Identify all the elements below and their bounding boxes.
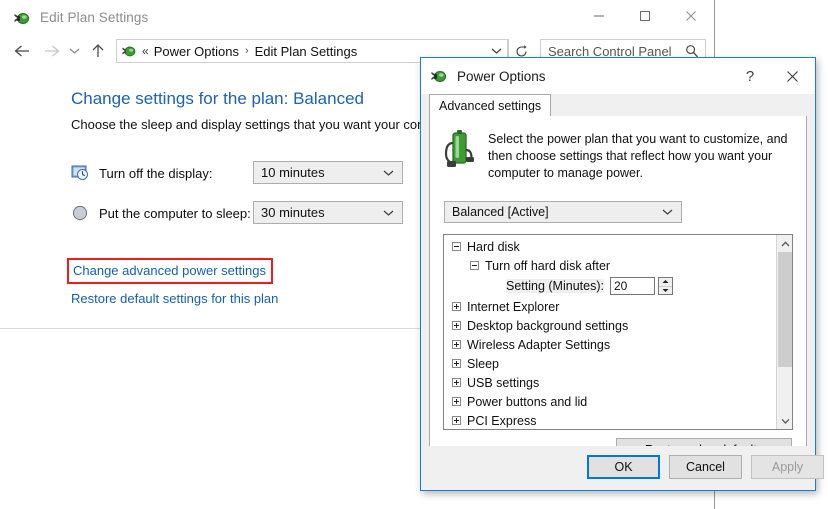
setting-label-sleep: Put the computer to sleep: (99, 205, 251, 221)
tabstrip: Advanced settings (429, 94, 807, 117)
expand-icon[interactable] (452, 397, 461, 406)
help-button[interactable]: ? (730, 61, 770, 91)
battery-plug-icon (440, 128, 480, 170)
tree-item-label: Power buttons and lid (467, 394, 588, 409)
combo-turn-off-display[interactable]: 10 minutes (253, 161, 403, 184)
setting-minutes-input[interactable]: 20 (609, 277, 655, 295)
tree-scrollbar[interactable] (776, 235, 792, 429)
close-icon[interactable] (668, 0, 714, 31)
tree-item-desktop-background-settings[interactable]: Desktop background settings (444, 316, 777, 335)
maximize-icon[interactable] (622, 0, 668, 31)
power-plug-icon (13, 9, 31, 27)
chevron-down-icon (383, 169, 394, 177)
tree-item-label: Wireless Adapter Settings (467, 337, 611, 352)
spinner-up-icon[interactable] (658, 278, 672, 287)
expand-icon[interactable] (452, 378, 461, 387)
link-restore-default-settings[interactable]: Restore default settings for this plan (71, 291, 278, 306)
minimize-icon[interactable] (576, 0, 622, 31)
combo-value-sleep: 30 minutes (261, 205, 325, 220)
control-panel-titlebar: Edit Plan Settings (0, 0, 714, 35)
close-icon[interactable] (770, 61, 815, 91)
expand-icon[interactable] (452, 321, 461, 330)
expand-icon[interactable] (452, 416, 461, 425)
breadcrumb-edit-plan-settings[interactable]: Edit Plan Settings (253, 44, 360, 59)
breadcrumb-separator: › (244, 45, 249, 57)
tree-item-hard-disk[interactable]: Hard disk (444, 237, 777, 256)
apply-button: Apply (751, 455, 824, 479)
spinner-buttons[interactable] (657, 277, 673, 295)
setting-row-turn-off-display: Turn off the display: (71, 161, 212, 185)
tree-item-usb-settings[interactable]: USB settings (444, 373, 777, 392)
window-controls (576, 0, 714, 35)
page-title: Change settings for the plan: Balanced (71, 89, 364, 108)
plan-select[interactable]: Balanced [Active] (444, 201, 682, 223)
spinner-down-icon[interactable] (659, 287, 672, 295)
collapse-icon[interactable] (452, 242, 461, 251)
breadcrumb-overflow[interactable]: « (137, 44, 152, 58)
tree-item-label: PCI Express (467, 413, 537, 428)
tree-item-label: Desktop background settings (467, 318, 629, 333)
link-change-advanced-power-settings[interactable]: Change advanced power settings (73, 263, 266, 278)
page-subtitle: Choose the sleep and display settings th… (71, 117, 458, 132)
tree-item-label: USB settings (467, 375, 540, 390)
chevron-down-icon (662, 208, 673, 216)
collapse-icon[interactable] (470, 261, 479, 270)
chevron-down-icon (383, 209, 394, 217)
setting-row-put-computer-to-sleep: Put the computer to sleep: (71, 201, 251, 225)
tab-advanced-settings[interactable]: Advanced settings (429, 94, 552, 117)
tree-item-power-buttons-and-lid[interactable]: Power buttons and lid (444, 392, 777, 411)
advanced-settings-tree[interactable]: Hard disk Turn off hard disk after Setti… (443, 234, 793, 430)
dialog-title: Power Options (457, 68, 546, 84)
combo-put-computer-to-sleep[interactable]: 30 minutes (253, 201, 403, 224)
search-icon[interactable] (685, 44, 699, 58)
quantity-stepper[interactable]: 20 (609, 277, 673, 295)
power-plug-icon (121, 43, 137, 59)
breadcrumb-power-options[interactable]: Power Options (152, 44, 241, 59)
tab-panel-advanced-settings: Select the power plan that you want to c… (429, 116, 807, 466)
recent-pages-chevron-icon[interactable] (64, 37, 84, 65)
window-title: Edit Plan Settings (40, 10, 149, 25)
expand-icon[interactable] (452, 340, 461, 349)
scrollbar-thumb[interactable] (778, 252, 792, 367)
dialog-titlebar: Power Options ? (421, 58, 815, 94)
moon-sleep-icon (71, 204, 89, 222)
plan-select-value: Balanced [Active] (452, 205, 549, 219)
highlight-box-change-advanced-power-settings: Change advanced power settings (67, 258, 273, 284)
tree-item-label: Hard disk (467, 239, 520, 254)
dialog-info-text: Select the power plan that you want to c… (488, 132, 788, 180)
tree-item-wireless-adapter-settings[interactable]: Wireless Adapter Settings (444, 335, 777, 354)
dialog-info: Select the power plan that you want to c… (440, 128, 788, 182)
power-options-dialog: Power Options ? Advanced settings Select… (420, 57, 824, 491)
dialog-footer: OK Cancel Apply (421, 446, 824, 490)
expand-icon[interactable] (452, 359, 461, 368)
tree-item-pci-express[interactable]: PCI Express (444, 411, 777, 429)
up-arrow-icon[interactable] (84, 37, 112, 65)
setting-minutes-label: Setting (Minutes): (506, 279, 604, 293)
chevron-up-icon[interactable] (777, 235, 792, 252)
back-arrow-icon[interactable] (8, 37, 38, 65)
tree-item-setting-minutes: Setting (Minutes): 20 (444, 275, 777, 297)
forward-arrow-icon[interactable] (38, 37, 64, 65)
chevron-down-icon[interactable] (777, 412, 792, 429)
cancel-button[interactable]: Cancel (669, 455, 742, 479)
tree-item-internet-explorer[interactable]: Internet Explorer (444, 297, 777, 316)
setting-label-turn-off-display: Turn off the display: (99, 165, 213, 181)
dialog-body: Advanced settings Select the power plan … (421, 94, 824, 490)
ok-button[interactable]: OK (587, 455, 660, 479)
expand-icon[interactable] (452, 302, 461, 311)
tree-item-label: Turn off hard disk after (485, 258, 611, 273)
tree-item-label: Internet Explorer (467, 299, 560, 314)
tree-item-sleep[interactable]: Sleep (444, 354, 777, 373)
tree-item-label: Sleep (467, 356, 499, 371)
tree-item-turn-off-hard-disk-after[interactable]: Turn off hard disk after (444, 256, 777, 275)
power-plug-icon (430, 67, 448, 85)
combo-value-display: 10 minutes (261, 165, 325, 180)
monitor-clock-icon (71, 164, 89, 182)
